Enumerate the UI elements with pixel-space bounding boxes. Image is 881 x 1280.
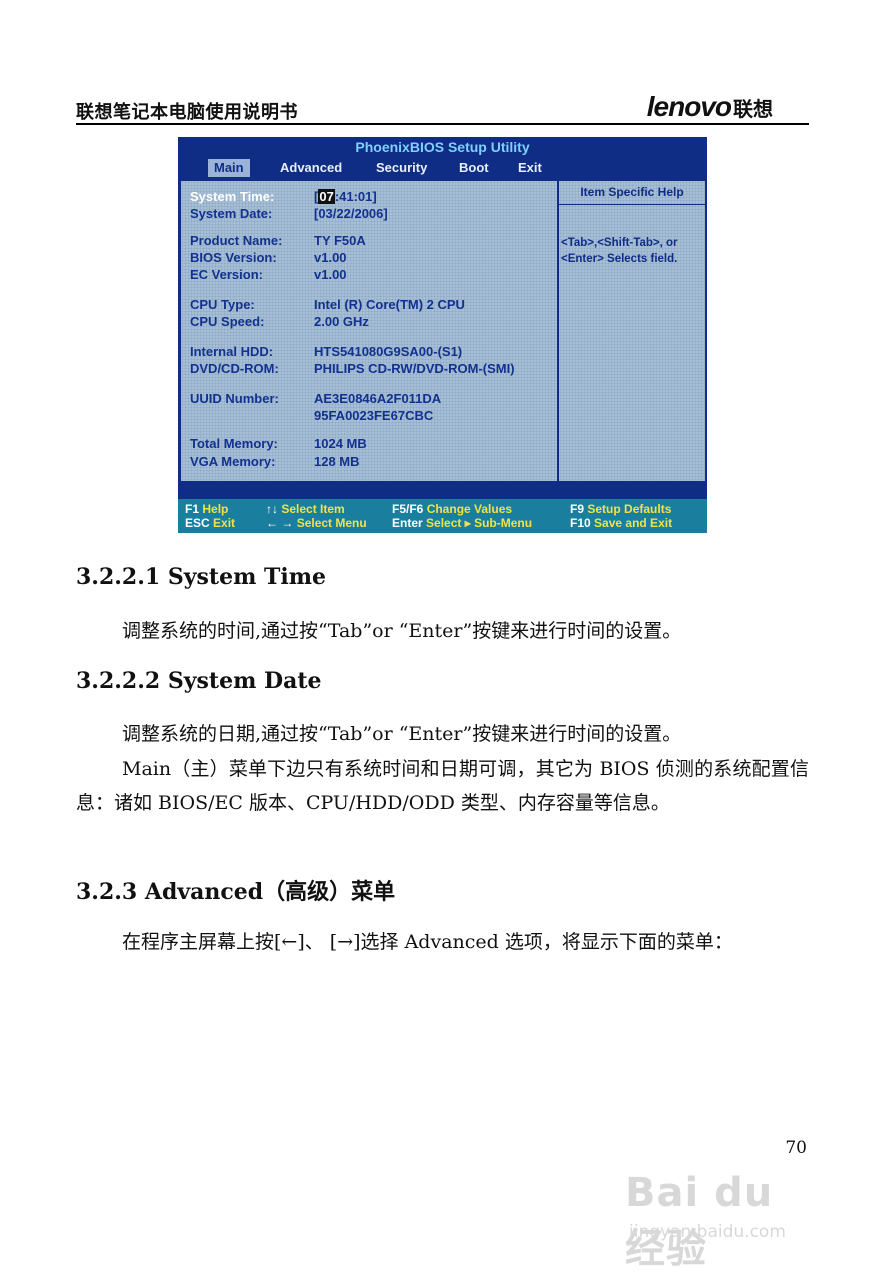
key-leftright-select: ← → Select Menu xyxy=(266,516,367,530)
tab-exit[interactable]: Exit xyxy=(512,159,548,177)
product-name-value: TY F50A xyxy=(314,233,366,248)
key-esc: ESC xyxy=(185,516,210,530)
section-heading-system-time: 3.2.2.1 System Time xyxy=(76,564,327,590)
page-number: 70 xyxy=(785,1138,807,1158)
paragraph-advanced: 在程序主屏幕上按[←]、 [→]选择 Advanced 选项，将显示下面的菜单： xyxy=(122,931,733,953)
key-updown: ↑↓ xyxy=(266,502,278,516)
item-help-panel: Item Specific Help <Tab>,<Shift-Tab>, or… xyxy=(559,181,705,481)
key-updown-desc: Select Item xyxy=(281,502,345,516)
key-f10-save: F10 Save and Exit xyxy=(570,516,672,530)
dvd-value: PHILIPS CD-RW/DVD-ROM-(SMI) xyxy=(314,361,515,376)
uuid-value-1: AE3E0846A2F011DA xyxy=(314,391,442,406)
key-f10-desc: Save and Exit xyxy=(594,516,673,530)
paragraph-main-menu-info: Main（主）菜单下边只有系统时间和日期可调，其它为 BIOS 侦测的系统配置信… xyxy=(76,758,809,814)
tab-main[interactable]: Main xyxy=(208,159,250,177)
cpu-type-value: Intel (R) Core(TM) 2 CPU xyxy=(314,297,465,312)
system-date-value[interactable]: [03/22/2006] xyxy=(314,205,388,222)
item-help-text: <Tab>,<Shift-Tab>, or <Enter> Selects fi… xyxy=(561,237,678,265)
uuid-label: UUID Number: xyxy=(190,391,279,406)
cpu-speed-label: CPU Speed: xyxy=(190,314,265,329)
time-hour-cursor[interactable]: 07 xyxy=(318,189,335,204)
baidu-watermark: Bai du 经验 jingyan.baidu.com xyxy=(625,1160,825,1272)
bios-version-value: v1.00 xyxy=(314,250,347,265)
internal-hdd-value: HTS541080G9SA00-(S1) xyxy=(314,344,463,359)
paragraph-system-date: 调整系统的日期,通过按“Tab”or “Enter”按键来进行时间的设置。 xyxy=(122,723,682,745)
system-date-label: System Date: xyxy=(190,206,273,221)
key-updown-select: ↑↓ Select Item xyxy=(266,502,345,516)
total-memory-label: Total Memory: xyxy=(190,436,278,451)
section-heading-system-date: 3.2.2.2 System Date xyxy=(76,668,322,694)
key-f5f6-change: F5/F6 Change Values xyxy=(392,502,512,516)
tab-security[interactable]: Security xyxy=(370,159,433,177)
section-heading-advanced: 3.2.3 Advanced（高级）菜单 xyxy=(76,879,396,905)
key-f1-help: F1 Help xyxy=(185,502,228,516)
bios-tab-bar: Main Advanced Security Boot Exit xyxy=(178,159,707,177)
key-leftright-desc: Select Menu xyxy=(296,516,367,530)
lenovo-logo: lenovo 联想 xyxy=(647,91,773,123)
total-memory-value: 1024 MB xyxy=(314,436,367,451)
key-esc-exit: ESC Exit xyxy=(185,516,235,530)
bios-key-legend: F1 Help ESC Exit ↑↓ Select Item ← → Sele… xyxy=(178,499,707,533)
header-rule xyxy=(76,123,809,125)
tab-boot[interactable]: Boot xyxy=(453,159,495,177)
tab-advanced[interactable]: Advanced xyxy=(274,159,348,177)
key-f1-desc: Help xyxy=(202,502,229,516)
key-f9-defaults: F9 Setup Defaults xyxy=(570,502,671,516)
logo-cn: 联想 xyxy=(733,97,773,121)
logo-text: lenovo xyxy=(646,91,732,122)
bios-title: PhoenixBIOS Setup Utility xyxy=(355,139,530,155)
bios-version-label: BIOS Version: xyxy=(190,250,277,265)
key-f9: F9 xyxy=(570,502,585,516)
key-leftright: ← → xyxy=(266,516,294,530)
uuid-value-2: 95FA0023FE67CBC xyxy=(314,408,434,423)
product-name-label: Product Name: xyxy=(190,233,283,248)
key-esc-desc: Exit xyxy=(213,516,236,530)
vga-memory-value: 128 MB xyxy=(314,454,360,469)
vga-memory-label: VGA Memory: xyxy=(190,454,276,469)
key-enter-desc: Select ▸ Sub-Menu xyxy=(426,516,533,530)
ec-version-label: EC Version: xyxy=(190,267,263,282)
key-f5f6-desc: Change Values xyxy=(426,502,513,516)
cpu-type-label: CPU Type: xyxy=(190,297,255,312)
time-rest: :41:01] xyxy=(334,189,377,204)
paragraph-system-time: 调整系统的时间,通过按“Tab”or “Enter”按键来进行时间的设置。 xyxy=(122,620,682,642)
key-f10: F10 xyxy=(570,516,591,530)
key-f9-desc: Setup Defaults xyxy=(587,502,672,516)
key-f1: F1 xyxy=(185,502,200,516)
system-time-value[interactable]: [07:41:01] xyxy=(314,188,377,205)
key-enter-select: Enter Select ▸ Sub-Menu xyxy=(392,516,532,530)
watermark-url: jingyan.baidu.com xyxy=(629,1222,786,1242)
internal-hdd-label: Internal HDD: xyxy=(190,344,274,359)
dvd-label: DVD/CD-ROM: xyxy=(190,361,279,376)
key-enter: Enter xyxy=(392,516,423,530)
header-title: 联想笔记本电脑使用说明书 xyxy=(76,102,298,123)
key-f5f6: F5/F6 xyxy=(392,502,424,516)
bios-main-panel: System Time: [07:41:01] System Date: [03… xyxy=(181,181,559,481)
cpu-speed-value: 2.00 GHz xyxy=(314,314,369,329)
system-time-label: System Time: xyxy=(190,189,275,204)
ec-version-value: v1.00 xyxy=(314,267,347,282)
item-help-heading: Item Specific Help xyxy=(559,185,705,205)
bios-screenshot: PhoenixBIOS Setup Utility Main Advanced … xyxy=(178,137,707,533)
